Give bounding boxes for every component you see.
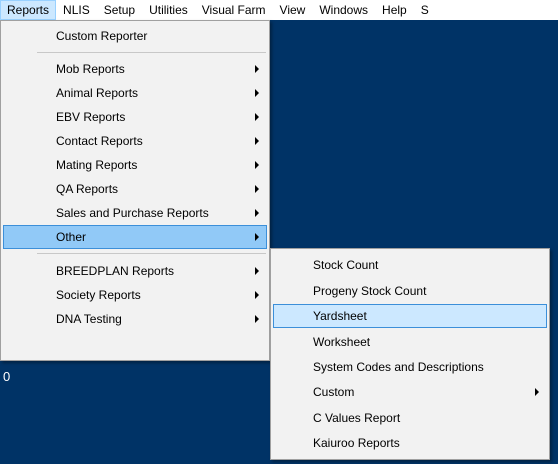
menu-item-c-values-report[interactable]: C Values Report <box>273 406 547 430</box>
submenu-arrow-icon <box>255 65 259 73</box>
submenu-arrow-icon <box>255 291 259 299</box>
menu-bar: Reports NLIS Setup Utilities Visual Farm… <box>0 0 558 20</box>
menu-item-label: Kaiuroo Reports <box>313 436 400 450</box>
menu-separator <box>37 52 266 53</box>
menu-item-kaiuroo-reports[interactable]: Kaiuroo Reports <box>273 431 547 455</box>
menu-item-label: Sales and Purchase Reports <box>56 206 209 220</box>
submenu-arrow-icon <box>535 388 539 396</box>
menu-item-progeny-stock-count[interactable]: Progeny Stock Count <box>273 279 547 303</box>
menu-utilities[interactable]: Utilities <box>142 0 195 20</box>
menu-nlis[interactable]: NLIS <box>56 0 97 20</box>
menu-setup[interactable]: Setup <box>97 0 142 20</box>
menu-windows[interactable]: Windows <box>312 0 375 20</box>
menu-item-label: Mob Reports <box>56 62 125 76</box>
submenu-arrow-icon <box>255 315 259 323</box>
menu-item-sales-purchase-reports[interactable]: Sales and Purchase Reports <box>3 201 267 225</box>
menu-item-label: Animal Reports <box>56 86 139 100</box>
menu-reports[interactable]: Reports <box>0 0 57 20</box>
menu-item-label: Stock Count <box>313 258 379 272</box>
menu-help[interactable]: Help <box>375 0 414 20</box>
menu-item-other[interactable]: Other <box>3 225 267 249</box>
submenu-arrow-icon <box>255 267 259 275</box>
submenu-arrow-icon <box>255 233 259 241</box>
menu-item-label: C Values Report <box>313 411 401 425</box>
menu-item-dna-testing[interactable]: DNA Testing <box>3 307 267 331</box>
menu-item-worksheet[interactable]: Worksheet <box>273 330 547 354</box>
menu-item-label: Custom <box>313 385 355 399</box>
menu-item-stock-count[interactable]: Stock Count <box>273 253 547 277</box>
menu-item-label: DNA Testing <box>56 312 122 326</box>
menu-truncated[interactable]: S <box>414 0 436 20</box>
app-workspace: Reports NLIS Setup Utilities Visual Farm… <box>0 0 558 464</box>
menu-item-label: System Codes and Descriptions <box>313 360 484 374</box>
submenu-arrow-icon <box>255 89 259 97</box>
menu-item-breedplan-reports[interactable]: BREEDPLAN Reports <box>3 259 267 283</box>
menu-item-contact-reports[interactable]: Contact Reports <box>3 129 267 153</box>
menu-item-label: EBV Reports <box>56 110 126 124</box>
submenu-arrow-icon <box>255 185 259 193</box>
menu-item-custom[interactable]: Custom <box>273 380 547 404</box>
menu-item-label: Yardsheet <box>313 309 367 323</box>
menu-item-mating-reports[interactable]: Mating Reports <box>3 153 267 177</box>
menu-item-label: Custom Reporter <box>56 29 148 43</box>
menu-separator <box>37 253 266 254</box>
menu-item-label: Worksheet <box>313 335 371 349</box>
menu-view[interactable]: View <box>273 0 313 20</box>
submenu-arrow-icon <box>255 137 259 145</box>
menu-item-yardsheet[interactable]: Yardsheet <box>273 304 547 328</box>
reports-dropdown-menu: Custom Reporter Mob Reports Animal Repor… <box>0 20 270 361</box>
menu-item-ebv-reports[interactable]: EBV Reports <box>3 105 267 129</box>
menu-item-animal-reports[interactable]: Animal Reports <box>3 81 267 105</box>
menu-item-label: Mating Reports <box>56 158 138 172</box>
menu-item-label: Society Reports <box>56 288 141 302</box>
submenu-arrow-icon <box>255 113 259 121</box>
menu-item-custom-reporter[interactable]: Custom Reporter <box>3 24 267 48</box>
menu-item-label: Other <box>56 230 87 244</box>
menu-item-qa-reports[interactable]: QA Reports <box>3 177 267 201</box>
submenu-arrow-icon <box>255 161 259 169</box>
menu-item-system-codes[interactable]: System Codes and Descriptions <box>273 355 547 379</box>
menu-visual-farm[interactable]: Visual Farm <box>195 0 273 20</box>
menu-item-label: BREEDPLAN Reports <box>56 264 175 278</box>
menu-item-label: Progeny Stock Count <box>313 284 427 298</box>
other-submenu: Stock Count Progeny Stock Count Yardshee… <box>270 248 550 460</box>
menu-item-mob-reports[interactable]: Mob Reports <box>3 57 267 81</box>
menu-item-label: Contact Reports <box>56 134 143 148</box>
menu-item-society-reports[interactable]: Society Reports <box>3 283 267 307</box>
menu-item-label: QA Reports <box>56 182 119 196</box>
workspace-value: 0 <box>3 369 11 384</box>
submenu-arrow-icon <box>255 209 259 217</box>
